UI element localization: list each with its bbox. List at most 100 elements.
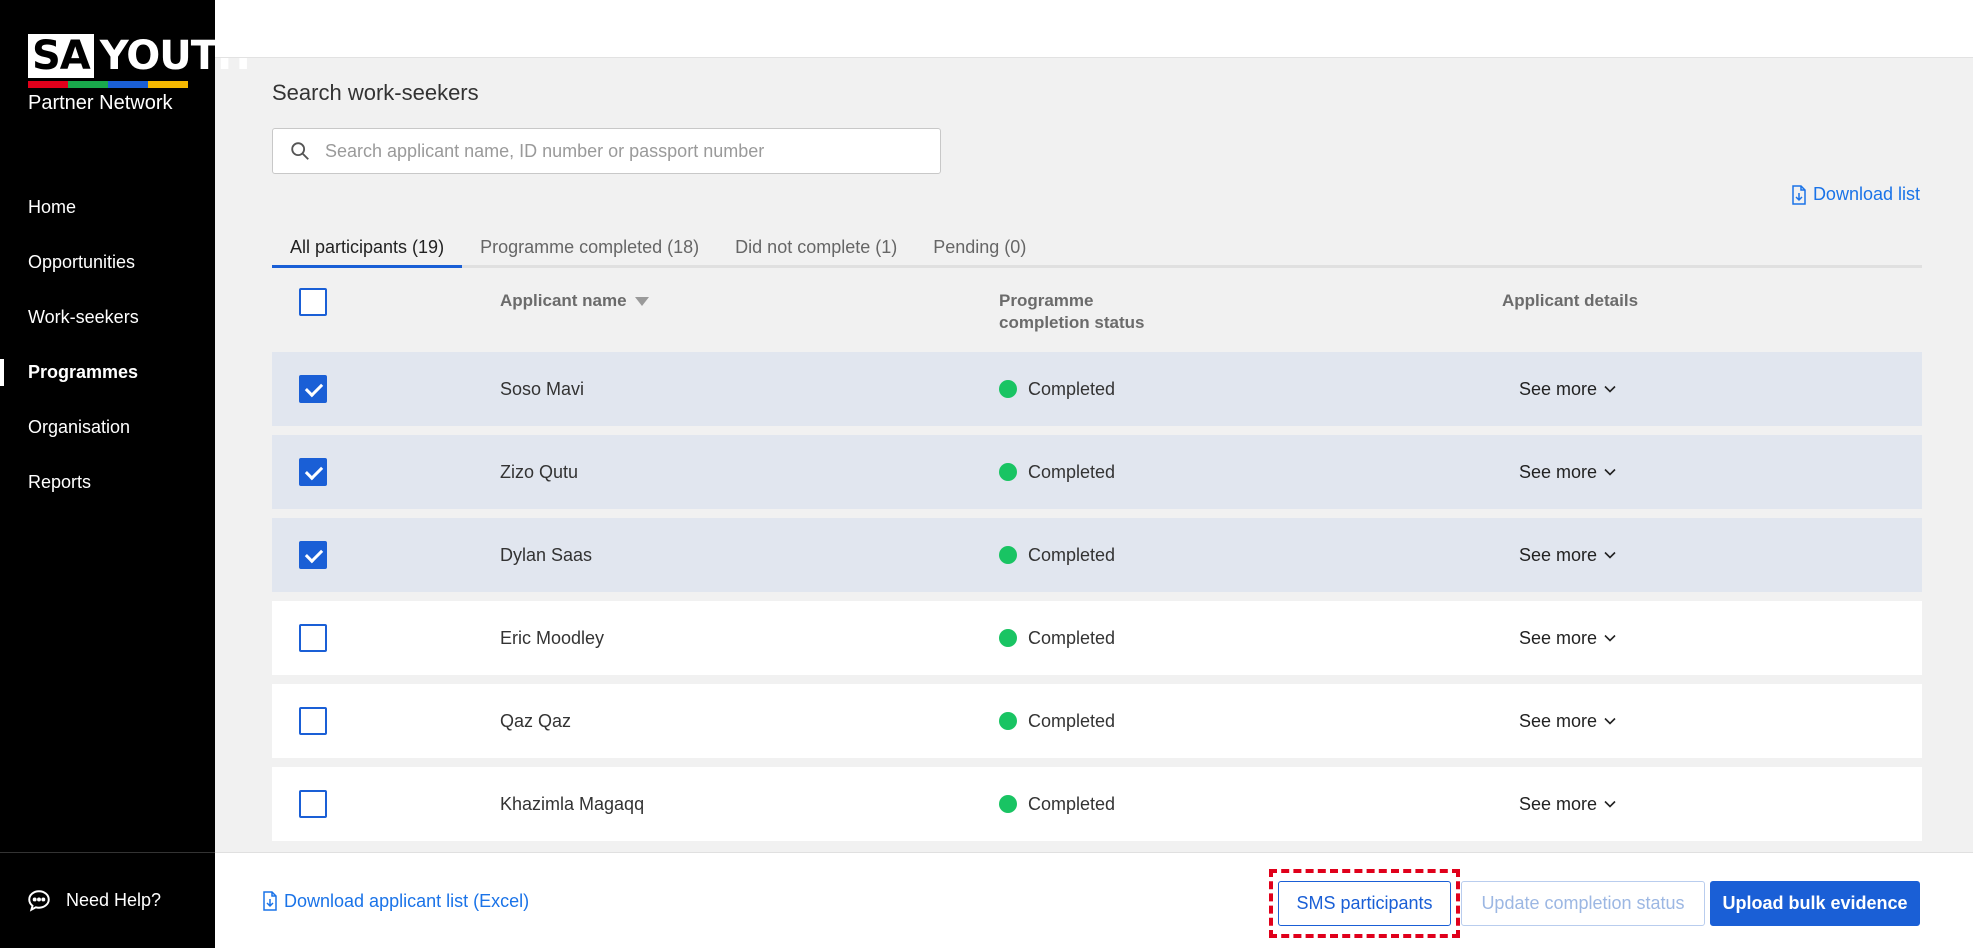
column-status-line1: Programme (999, 291, 1094, 310)
see-more-label: See more (1519, 711, 1598, 731)
sidebar-item-reports[interactable]: Reports (0, 455, 215, 510)
applicant-name: Zizo Qutu (500, 462, 579, 482)
completion-status: Completed (999, 684, 1115, 758)
table-row: Qaz Qaz Completed See more (272, 684, 1922, 758)
status-label: Completed (1028, 794, 1116, 814)
status-dot-icon (999, 380, 1017, 398)
download-list-label: Download list (1812, 184, 1920, 204)
row-checkbox[interactable] (299, 624, 327, 652)
need-help-label: Need Help? (66, 890, 162, 910)
download-list-link[interactable]: Download list (1791, 184, 1920, 205)
download-applicant-list-link[interactable]: Download applicant list (Excel) (262, 853, 529, 948)
applicant-name: Eric Moodley (500, 628, 605, 648)
column-applicant-name[interactable]: Applicant name (500, 290, 649, 312)
row-checkbox[interactable] (299, 541, 327, 569)
applicant-name: Qaz Qaz (500, 711, 572, 731)
download-document-icon (1792, 184, 1806, 205)
search-icon (291, 142, 309, 160)
logo-color-stripe (28, 81, 188, 88)
status-label: Completed (1028, 379, 1116, 399)
completion-status: Completed (999, 601, 1115, 675)
completion-status: Completed (999, 435, 1115, 509)
status-label: Completed (1028, 628, 1116, 648)
status-dot-icon (999, 712, 1017, 730)
applicant-name: Khazimla Magaqq (500, 794, 645, 814)
select-all-checkbox[interactable] (299, 288, 327, 316)
sidebar-nav: Home Opportunities Work-seekers Programm… (0, 180, 215, 510)
chevron-down-icon (1604, 385, 1616, 393)
search-box (272, 128, 941, 174)
column-status-line2: completion status (999, 313, 1145, 332)
completion-status: Completed (999, 352, 1115, 426)
table-row: Dylan Saas Completed See more (272, 518, 1922, 592)
applicant-name: Soso Mavi (500, 379, 585, 399)
page-title: Search work-seekers (272, 80, 479, 105)
sort-down-icon[interactable] (634, 297, 649, 307)
see-more-button[interactable]: See more (1519, 435, 1617, 509)
sidebar-item-work-seekers[interactable]: Work-seekers (0, 290, 215, 345)
status-dot-icon (999, 463, 1017, 481)
see-more-button[interactable]: See more (1519, 601, 1617, 675)
sidebar-item-opportunities[interactable]: Opportunities (0, 235, 215, 290)
completion-status: Completed (999, 518, 1115, 592)
see-more-label: See more (1519, 379, 1598, 399)
column-applicant-details: Applicant details (1502, 291, 1639, 310)
table-header: Applicant name Programme completion stat… (272, 280, 1922, 348)
sms-participants-button[interactable]: SMS participants (1278, 881, 1451, 926)
download-document-icon (263, 891, 277, 911)
bottom-action-bar: Download applicant list (Excel) SMS part… (215, 852, 1973, 948)
applicant-name: Dylan Saas (500, 545, 593, 565)
chevron-down-icon (1604, 717, 1616, 725)
see-more-label: See more (1519, 794, 1598, 814)
logo-sa: SA (28, 34, 94, 78)
download-applicant-list-label: Download applicant list (Excel) (284, 891, 530, 911)
table-row: Soso Mavi Completed See more (272, 352, 1922, 426)
sidebar-item-organisation[interactable]: Organisation (0, 400, 215, 455)
tab-programme-completed[interactable]: Programme completed (18) (462, 226, 717, 265)
see-more-button[interactable]: See more (1519, 684, 1617, 758)
column-applicant-name-label: Applicant name (500, 291, 627, 310)
sidebar-item-programmes[interactable]: Programmes (0, 345, 215, 400)
tab-pending[interactable]: Pending (0) (915, 226, 1044, 265)
row-checkbox[interactable] (299, 790, 327, 818)
table-row: Khazimla Magaqq Completed See more (272, 767, 1922, 841)
top-bar (215, 0, 1973, 58)
chevron-down-icon (1604, 551, 1616, 559)
upload-bulk-evidence-button[interactable]: Upload bulk evidence (1710, 881, 1920, 926)
see-more-button[interactable]: See more (1519, 767, 1617, 841)
status-dot-icon (999, 629, 1017, 647)
status-label: Completed (1028, 711, 1116, 731)
row-checkbox[interactable] (299, 707, 327, 735)
see-more-label: See more (1519, 545, 1598, 565)
status-dot-icon (999, 795, 1017, 813)
row-checkbox[interactable] (299, 458, 327, 486)
logo-subtitle: Partner Network (28, 92, 173, 114)
row-checkbox[interactable] (299, 375, 327, 403)
column-completion-status: Programme completion status (999, 290, 1144, 334)
table-row: Zizo Qutu Completed See more (272, 435, 1922, 509)
see-more-label: See more (1519, 462, 1598, 482)
chevron-down-icon (1604, 634, 1616, 642)
see-more-button[interactable]: See more (1519, 518, 1617, 592)
sa-youth-logo[interactable]: SA YOUTH Partner Network (28, 34, 251, 115)
tab-did-not-complete[interactable]: Did not complete (1) (717, 226, 915, 265)
sidebar-item-home[interactable]: Home (0, 180, 215, 235)
see-more-button[interactable]: See more (1519, 352, 1617, 426)
see-more-label: See more (1519, 628, 1598, 648)
chat-bubble-icon (28, 889, 50, 912)
update-completion-status-button[interactable]: Update completion status (1461, 881, 1705, 926)
status-label: Completed (1028, 545, 1116, 565)
tab-all-participants[interactable]: All participants (19) (272, 226, 463, 268)
status-label: Completed (1028, 462, 1116, 482)
chevron-down-icon (1604, 468, 1616, 476)
completion-status: Completed (999, 767, 1115, 841)
search-input[interactable] (325, 140, 940, 162)
need-help-button[interactable]: Need Help? (0, 852, 215, 948)
participant-list: Soso Mavi Completed See more Zizo Qutu C… (272, 352, 1922, 850)
sidebar: SA YOUTH Partner Network Home Opportunit… (0, 0, 251, 948)
participant-tabs: All participants (19) Programme complete… (272, 226, 1922, 268)
logo-wordmark: SA YOUTH (28, 34, 251, 78)
status-dot-icon (999, 546, 1017, 564)
chevron-down-icon (1604, 800, 1616, 808)
table-row: Eric Moodley Completed See more (272, 601, 1922, 675)
